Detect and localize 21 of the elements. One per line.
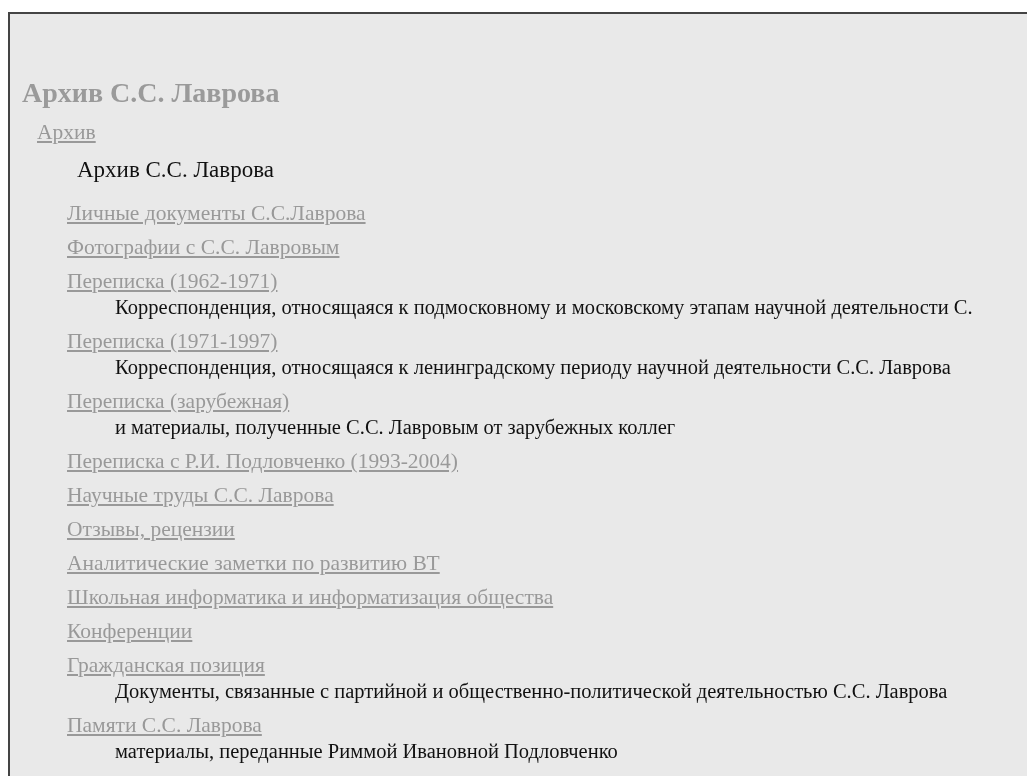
page-title: Архив С.С. Лаврова xyxy=(22,78,281,108)
item-description: материалы, переданные Риммой Ивановной Подловченко xyxy=(115,739,619,763)
archive-link[interactable]: Переписка (1971-1997) xyxy=(67,329,278,353)
archive-link[interactable]: Школьная информатика и информатизация общества xyxy=(67,585,554,609)
archive-link[interactable]: Личные документы С.С.Лаврова xyxy=(67,201,366,225)
archive-link[interactable]: Отзывы, рецензии xyxy=(67,517,235,541)
item-description: Документы, связанные с партийной и общественно-политической деятельностью С.С. Лаврова xyxy=(115,679,949,703)
breadcrumb-link[interactable]: Архив xyxy=(37,120,96,144)
archive-link[interactable]: Фотографии с С.С. Лавровым xyxy=(67,235,340,259)
item-description: Корреспонденция, относящаяся к ленинградскому периоду научной деятельности С.С. Лаврова xyxy=(115,355,952,379)
archive-link[interactable]: Переписка с Р.И. Подловченко (1993-2004) xyxy=(67,449,459,473)
archive-link[interactable]: Научные труды С.С. Лаврова xyxy=(67,483,334,507)
archive-link[interactable]: Аналитические заметки по развитию ВТ xyxy=(67,551,440,575)
item-description: и материалы, полученные С.С. Лавровым от зарубежных коллег xyxy=(115,415,677,439)
archive-link[interactable]: Конференции xyxy=(67,619,193,643)
archive-link[interactable]: Гражданская позиция xyxy=(67,653,265,677)
archive-link[interactable]: Переписка (зарубежная) xyxy=(67,389,290,413)
archive-link[interactable]: Переписка (1962-1971) xyxy=(67,269,278,293)
section-title: Архив С.С. Лаврова xyxy=(77,158,275,182)
archive-link[interactable]: Памяти С.С. Лаврова xyxy=(67,713,262,737)
item-description: Корреспонденция, относящаяся к подмосковному и московскому этапам научной деятельности С. xyxy=(115,295,974,319)
